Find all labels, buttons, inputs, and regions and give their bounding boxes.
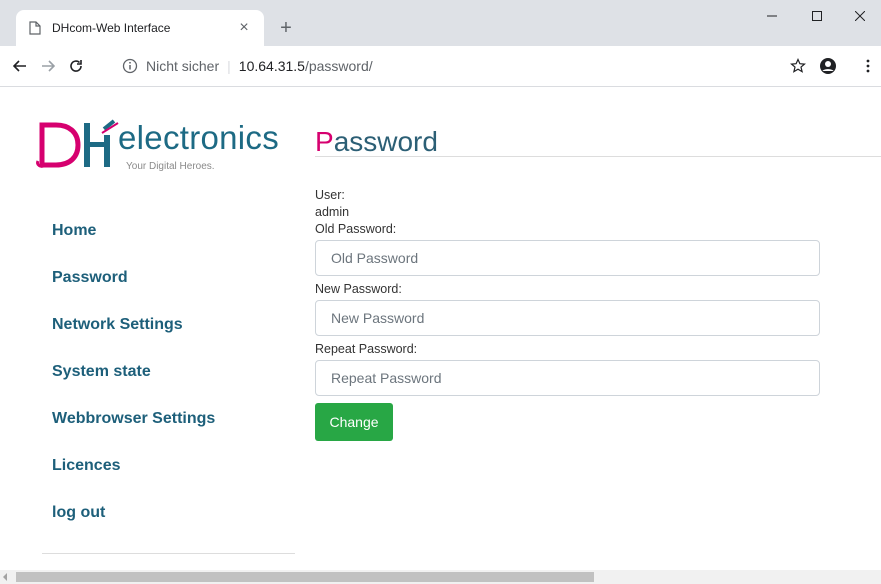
minimize-icon[interactable] [750, 0, 794, 32]
nav-item-home[interactable]: Home [52, 223, 215, 270]
scroll-left-arrow-icon[interactable] [2, 573, 10, 581]
dh-electronics-logo[interactable]: electronics Your Digital Heroes. [36, 117, 280, 173]
nav-item-logout[interactable]: log out [52, 505, 215, 552]
back-arrow-icon[interactable] [8, 54, 32, 78]
new-password-input[interactable] [329, 309, 806, 327]
page-title-initial: P [315, 126, 334, 157]
old-password-input[interactable] [329, 249, 806, 267]
browser-tabstrip: DHcom-Web Interface × + [0, 0, 881, 46]
new-password-field[interactable] [315, 300, 820, 336]
browser-toolbar: Nicht sicher | 10.64.31.5/password/ [0, 46, 881, 87]
maximize-icon[interactable] [795, 0, 839, 32]
url-path: /password/ [304, 58, 373, 74]
dh-logo-mark [36, 119, 119, 168]
close-tab-icon[interactable]: × [234, 18, 254, 38]
nav-item-licences[interactable]: Licences [52, 458, 215, 505]
logo-tagline: Your Digital Heroes. [126, 161, 215, 172]
user-value: admin [315, 205, 350, 219]
repeat-password-field[interactable] [315, 360, 820, 396]
nav-item-password[interactable]: Password [52, 270, 215, 317]
old-password-label: Old Password: [315, 222, 397, 236]
window-close-icon[interactable] [838, 0, 881, 32]
new-password-label: New Password: [315, 282, 402, 296]
forward-arrow-icon[interactable] [36, 54, 60, 78]
old-password-field[interactable] [315, 240, 820, 276]
repeat-password-input[interactable] [329, 369, 806, 387]
menu-kebab-icon[interactable] [856, 54, 880, 78]
horizontal-scrollbar[interactable] [0, 570, 881, 584]
change-button[interactable]: Change [315, 403, 393, 441]
nav-item-network-settings[interactable]: Network Settings [52, 317, 215, 364]
address-bar[interactable]: Nicht sicher | 10.64.31.5/password/ [122, 52, 782, 80]
password-form: Password User: admin Old Password: New P… [315, 123, 881, 441]
new-tab-icon[interactable]: + [274, 16, 298, 40]
tab-title: DHcom-Web Interface [52, 21, 171, 35]
insecure-label: Nicht sicher [146, 58, 220, 74]
user-label: User: [315, 188, 345, 202]
document-icon [28, 21, 42, 35]
bookmark-star-icon[interactable] [786, 54, 810, 78]
sidebar-nav: Home Password Network Settings System st… [52, 223, 215, 552]
repeat-password-label: Repeat Password: [315, 342, 418, 356]
nav-item-system-state[interactable]: System state [52, 364, 215, 411]
nav-item-webbrowser-settings[interactable]: Webbrowser Settings [52, 411, 215, 458]
sidebar-divider [42, 553, 295, 554]
info-icon[interactable] [122, 58, 138, 74]
url-separator: | [227, 58, 231, 74]
page-content: electronics Your Digital Heroes. Home Pa… [0, 87, 881, 570]
browser-tab[interactable]: DHcom-Web Interface × [16, 10, 264, 46]
url-host: 10.64.31.5 [238, 58, 305, 74]
page-title-rest: assword [333, 126, 438, 157]
logo-wordmark: electronics [118, 119, 280, 156]
reload-icon[interactable] [64, 54, 88, 78]
scrollbar-thumb[interactable] [16, 572, 594, 582]
profile-avatar-icon[interactable] [816, 54, 840, 78]
